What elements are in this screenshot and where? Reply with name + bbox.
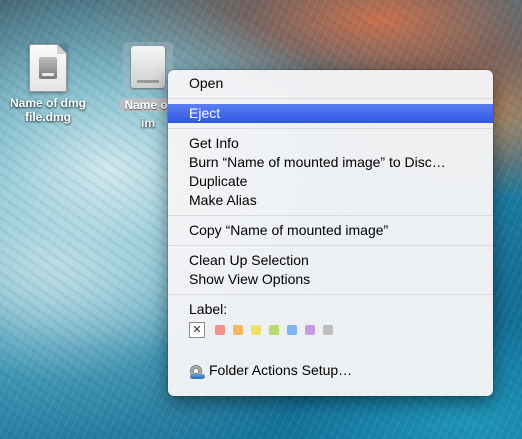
folder-actions-label: Folder Actions Setup… [209, 362, 353, 378]
label-heading: Label: [189, 301, 228, 317]
menu-separator [168, 350, 493, 351]
menu-item-get-info[interactable]: Get Info [168, 134, 493, 153]
menu-item-burn-to-disc[interactable]: Burn “Name of mounted image” to Disc… [168, 153, 493, 172]
folder-actions-gear-icon [189, 363, 205, 379]
context-menu: Open Eject Get Info Burn “Name of mounte… [168, 70, 493, 396]
dmg-file-label-line1: Name of dmg [9, 96, 86, 110]
dmg-file-label: Name of dmg file.dmg [10, 96, 86, 124]
menu-item-copy[interactable]: Copy “Name of mounted image” [168, 221, 493, 240]
label-swatch-purple[interactable] [305, 325, 315, 335]
menu-item-open[interactable]: Open [168, 74, 493, 93]
menu-separator [168, 128, 493, 129]
desktop: Name of dmg file.dmg Name of im Open Eje… [0, 0, 522, 439]
menu-item-make-alias[interactable]: Make Alias [168, 191, 493, 210]
label-color-swatches: ✕ [168, 319, 493, 341]
label-swatch-orange[interactable] [233, 325, 243, 335]
label-none-swatch[interactable]: ✕ [189, 322, 205, 338]
mounted-volume-label-line2: im [140, 116, 155, 130]
menu-separator [168, 294, 493, 295]
menu-separator [168, 215, 493, 216]
dmg-file-icon[interactable]: Name of dmg file.dmg [8, 44, 88, 126]
label-swatch-gray[interactable] [323, 325, 333, 335]
label-swatch-green[interactable] [269, 325, 279, 335]
external-drive-icon [131, 46, 165, 88]
label-swatch-yellow[interactable] [251, 325, 261, 335]
menu-separator [168, 245, 493, 246]
disk-image-file-icon [29, 44, 67, 92]
menu-item-eject[interactable]: Eject [168, 104, 493, 123]
volume-selection-highlight [123, 42, 173, 92]
menu-separator [168, 98, 493, 99]
menu-item-clean-up-selection[interactable]: Clean Up Selection [168, 251, 493, 270]
menu-item-folder-actions-setup[interactable]: Folder Actions Setup… [168, 361, 493, 380]
menu-item-show-view-options[interactable]: Show View Options [168, 270, 493, 289]
dmg-file-label-line2: file.dmg [24, 110, 71, 124]
menu-item-duplicate[interactable]: Duplicate [168, 172, 493, 191]
label-swatch-red[interactable] [215, 325, 225, 335]
label-swatch-blue[interactable] [287, 325, 297, 335]
